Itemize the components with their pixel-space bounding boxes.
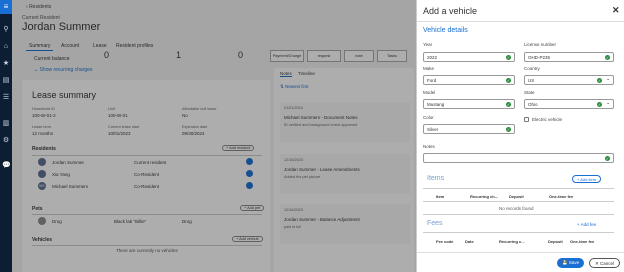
make-label: Make <box>423 66 435 71</box>
column-header: Item <box>436 194 445 199</box>
make-value: Ford <box>427 78 437 83</box>
vehicle-details-heading: Vehicle details <box>423 27 468 34</box>
divider <box>423 232 614 233</box>
add-fee-label: Add fee <box>580 222 597 227</box>
check-icon: ✓ <box>597 101 602 107</box>
check-icon: ✓ <box>506 126 511 132</box>
chat-icon[interactable]: 💬 <box>2 162 11 170</box>
tasks-icon[interactable]: ☰ <box>2 94 10 102</box>
home-icon[interactable]: ⌂ <box>2 43 10 51</box>
check-icon: ✓ <box>605 54 610 60</box>
check-icon: ✓ <box>506 54 511 60</box>
check-icon: ✓ <box>506 101 511 107</box>
divider <box>423 188 614 189</box>
electric-vehicle-label: Electric vehicle <box>532 117 563 122</box>
menu-icon[interactable]: ≡ <box>0 0 12 14</box>
items-heading: Items <box>427 175 445 182</box>
chevron-down-icon: ⌄ <box>606 76 611 82</box>
notes-field[interactable] <box>423 153 614 163</box>
panel-title: Add a vehicle <box>423 6 478 16</box>
add-item-label: Add item <box>580 177 597 182</box>
modal-overlay[interactable] <box>12 0 416 272</box>
model-label: Model <box>423 90 436 95</box>
state-label: State <box>524 90 535 95</box>
state-value: Ohio <box>528 102 538 107</box>
column-header: Deposit <box>548 239 563 244</box>
make-field[interactable]: Ford <box>423 75 515 85</box>
document-icon[interactable]: ▤ <box>2 77 10 85</box>
column-header: Recurring c... <box>499 239 525 244</box>
add-item-button[interactable]: + Add item <box>572 175 602 183</box>
add-vehicle-panel: Add a vehicle ✕ Vehicle details Year 202… <box>416 0 624 272</box>
panel-footer: 💾 Save ✕ Cancel <box>417 252 624 272</box>
save-button[interactable]: 💾 Save <box>557 258 585 268</box>
color-label: Color <box>423 115 434 120</box>
app-rail: ≡ ⚲ ⌂ ★ ▤ ☰ ▥ ⚙ 💬 <box>0 0 12 272</box>
star-icon[interactable]: ★ <box>2 60 10 68</box>
check-icon: ✓ <box>506 77 511 83</box>
close-icon[interactable]: ✕ <box>612 5 620 16</box>
year-field[interactable]: 2022 <box>423 52 515 62</box>
settings-icon[interactable]: ⚙ <box>2 137 10 145</box>
items-empty-text: No records found <box>499 206 534 211</box>
search-icon[interactable]: ⚲ <box>2 26 10 34</box>
divider <box>423 214 614 215</box>
check-icon: ✓ <box>597 77 602 83</box>
color-field[interactable]: Silver <box>423 124 515 134</box>
column-header: Deposit <box>509 194 524 199</box>
electric-vehicle-checkbox[interactable] <box>524 117 529 122</box>
license-field[interactable]: OHD-P235 <box>524 52 614 62</box>
cancel-label: Cancel <box>600 261 615 266</box>
column-header: One-time fee <box>570 239 595 244</box>
chevron-down-icon: ⌄ <box>606 100 611 106</box>
year-label: Year <box>423 42 433 47</box>
license-value: OHD-P235 <box>528 55 551 60</box>
column-header: Recurring ch... <box>470 194 499 199</box>
color-value: Silver <box>427 127 439 132</box>
column-header: Fee code <box>436 239 454 244</box>
cancel-button[interactable]: ✕ Cancel <box>589 258 621 268</box>
check-icon: ✓ <box>605 155 610 161</box>
country-label: Country <box>524 66 540 71</box>
add-fee-button[interactable]: + Add fee <box>577 222 596 227</box>
save-label: Save <box>568 260 580 265</box>
column-header: Date <box>465 239 474 244</box>
notes-label: Notes <box>423 144 435 149</box>
license-label: License number <box>524 42 557 47</box>
fees-heading: Fees <box>427 220 443 227</box>
reports-icon[interactable]: ▥ <box>2 120 10 128</box>
year-value: 2022 <box>427 55 438 60</box>
model-value: Mustang <box>427 102 445 107</box>
divider <box>423 201 614 202</box>
panel-header: Add a vehicle ✕ <box>417 0 624 22</box>
column-header: One-time fee <box>549 194 574 199</box>
model-field[interactable]: Mustang <box>423 99 515 109</box>
country-value: US <box>528 78 535 83</box>
